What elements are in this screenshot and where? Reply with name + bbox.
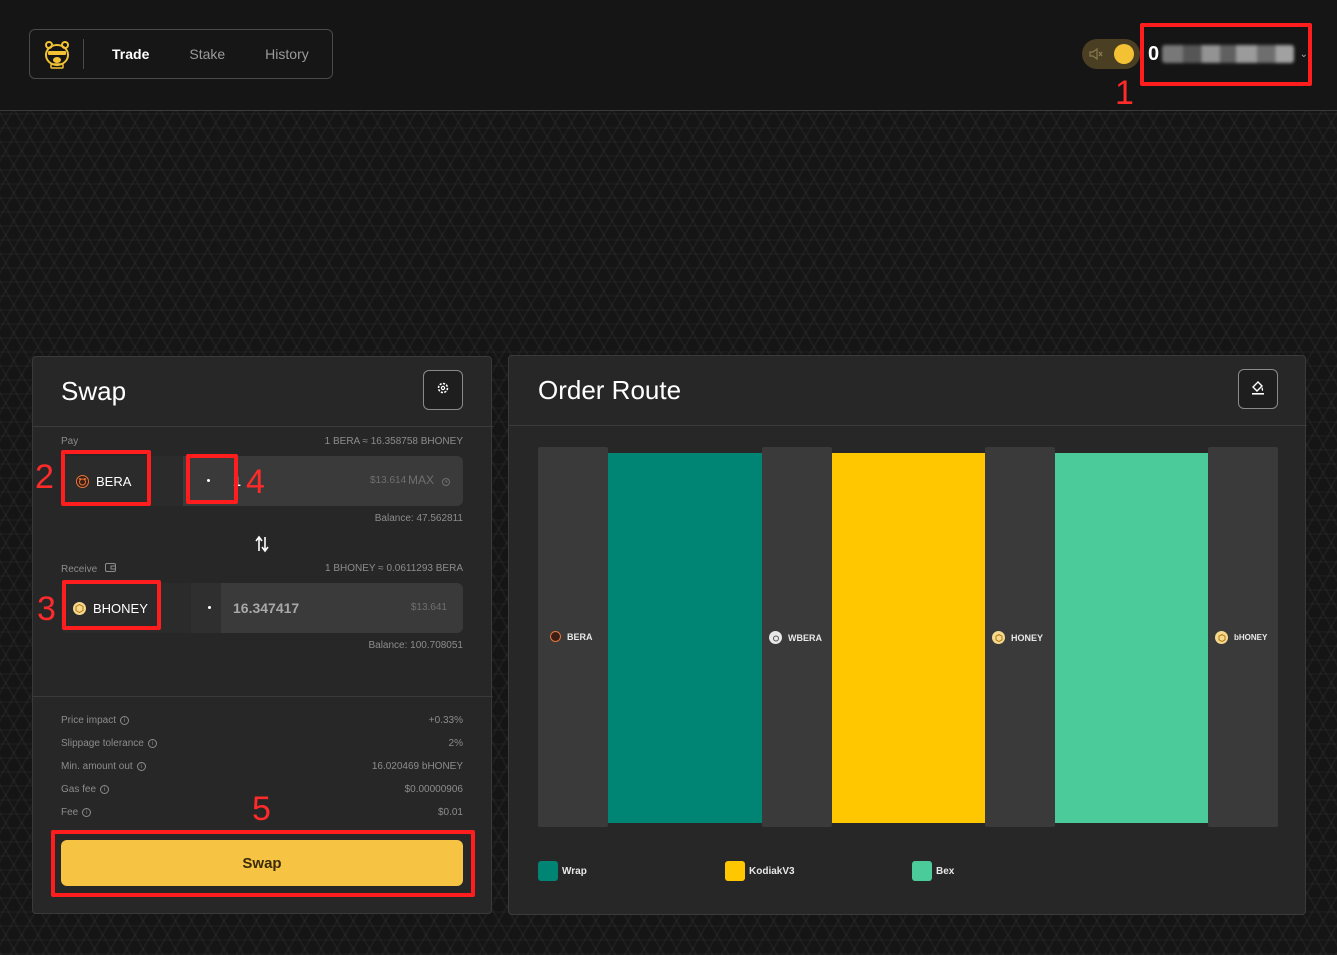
route-node-label-honey: HONEY <box>992 631 1043 644</box>
legend-item-bex: Bex <box>912 861 954 881</box>
detail-gas-fee-value: $0.00000906 <box>404 784 463 795</box>
pay-rate: 1 BERA ≈ 16.358758 BHONEY <box>324 436 463 447</box>
gear-icon <box>436 381 450 400</box>
toggle-knob <box>1114 44 1134 64</box>
wallet-address-blurred <box>1162 45 1294 63</box>
receive-dot-cell <box>191 583 221 633</box>
route-node-label-wbera: WBERA <box>769 631 822 644</box>
detail-min-amount-label: Min. amount out i <box>61 761 146 772</box>
legend-swatch <box>725 861 745 881</box>
paint-bucket-icon <box>1250 379 1266 400</box>
order-route-panel: Order Route BERA WBERA HONEY bHONEY Wrap… <box>508 355 1307 915</box>
detail-price-impact-label: Price impact i <box>61 715 130 726</box>
wallet-address-prefix: 0 <box>1148 42 1160 65</box>
annotation-number-1: 1 <box>1115 74 1134 112</box>
route-band-kodiakv3 <box>832 453 985 823</box>
pay-token-selector[interactable]: BERA <box>61 456 183 506</box>
info-icon[interactable]: i <box>120 716 130 725</box>
pay-token-name: BERA <box>96 473 132 489</box>
receive-token-selector[interactable]: BHONEY <box>61 583 191 633</box>
wallet-icon[interactable] <box>105 563 117 575</box>
bera-token-icon <box>76 474 89 488</box>
top-header: Trade Stake History 0 ⌄ <box>0 0 1337 111</box>
route-node-label-bera: BERA <box>550 631 593 642</box>
route-node-label-bhoney: bHONEY <box>1215 631 1267 644</box>
wbera-token-icon <box>769 631 782 644</box>
receive-label-text: Receive <box>61 563 98 575</box>
swap-button[interactable]: Swap <box>61 840 463 886</box>
settings-button[interactable] <box>423 370 463 410</box>
bera-token-icon <box>550 631 561 642</box>
nav-tab-trade[interactable]: Trade <box>84 46 169 62</box>
bhoney-token-icon <box>1215 631 1228 644</box>
legend-item-kodiakv3: KodiakV3 <box>725 861 795 881</box>
info-icon[interactable]: i <box>100 785 110 794</box>
refresh-icon[interactable] <box>441 474 451 492</box>
receive-balance: Balance: 100.708051 <box>368 640 463 651</box>
pay-amount-input[interactable]: 1 <box>233 473 241 489</box>
detail-fee-label: Fee i <box>61 807 92 818</box>
annotation-number-5: 5 <box>252 790 271 828</box>
annotation-number-2: 2 <box>35 458 54 496</box>
detail-fee-value: $0.01 <box>437 807 463 818</box>
info-icon[interactable]: i <box>136 762 146 771</box>
honey-token-icon <box>992 631 1005 644</box>
annotation-number-4: 4 <box>246 463 265 501</box>
order-route-title: Order Route <box>538 375 682 405</box>
bhoney-token-icon <box>73 601 86 615</box>
chevron-down-icon: ⌄ <box>1299 48 1308 60</box>
route-band-bex <box>1055 453 1208 823</box>
route-header-divider <box>509 425 1307 426</box>
sound-toggle[interactable] <box>1082 39 1140 69</box>
legend-swatch <box>912 861 932 881</box>
swap-direction-icon[interactable] <box>254 535 270 558</box>
info-icon[interactable]: i <box>82 808 92 817</box>
max-button[interactable]: MAX <box>408 473 434 487</box>
detail-price-impact-value: +0.33% <box>428 715 463 726</box>
receive-usd-value: $13.641 <box>410 602 447 613</box>
swap-title: Swap <box>61 376 127 406</box>
detail-min-amount-value: 16.020469 bHONEY <box>371 761 463 772</box>
speaker-muted-icon <box>1086 48 1106 60</box>
legend-item-wrap: Wrap <box>538 861 587 881</box>
pay-balance: Balance: 47.562811 <box>374 513 463 524</box>
info-icon[interactable]: i <box>147 739 157 748</box>
bear-logo-icon[interactable] <box>30 39 84 69</box>
nav-tab-history[interactable]: History <box>245 46 329 62</box>
nav-tab-stake[interactable]: Stake <box>169 46 245 62</box>
swap-panel: Swap Pay 1 BERA ≈ 16.358758 BHONEY BERA … <box>32 356 493 914</box>
details-divider <box>33 696 493 697</box>
detail-slippage-value: 2% <box>448 738 463 749</box>
detail-gas-fee-label: Gas fee i <box>61 784 110 795</box>
main-nav: Trade Stake History <box>29 29 333 79</box>
wallet-address-dropdown[interactable]: 0 ⌄ <box>1148 38 1308 70</box>
separator-dot <box>207 479 210 482</box>
annotation-number-3: 3 <box>37 590 56 628</box>
route-band-wrap <box>608 453 762 823</box>
legend-swatch <box>538 861 558 881</box>
route-style-button[interactable] <box>1238 369 1278 409</box>
swap-header-divider <box>33 426 493 427</box>
pay-usd-value: $13.614 <box>370 475 407 486</box>
pay-label: Pay <box>61 436 79 447</box>
receive-rate: 1 BHONEY ≈ 0.0611293 BERA <box>325 563 463 574</box>
detail-slippage-label: Slippage tolerance i <box>61 738 157 749</box>
receive-amount: 16.347417 <box>233 600 300 616</box>
separator-dot <box>208 606 211 609</box>
receive-token-name: BHONEY <box>93 600 148 616</box>
receive-label: Receive <box>61 563 117 575</box>
receive-input-row: BHONEY 16.347417 $13.641 <box>61 583 463 633</box>
